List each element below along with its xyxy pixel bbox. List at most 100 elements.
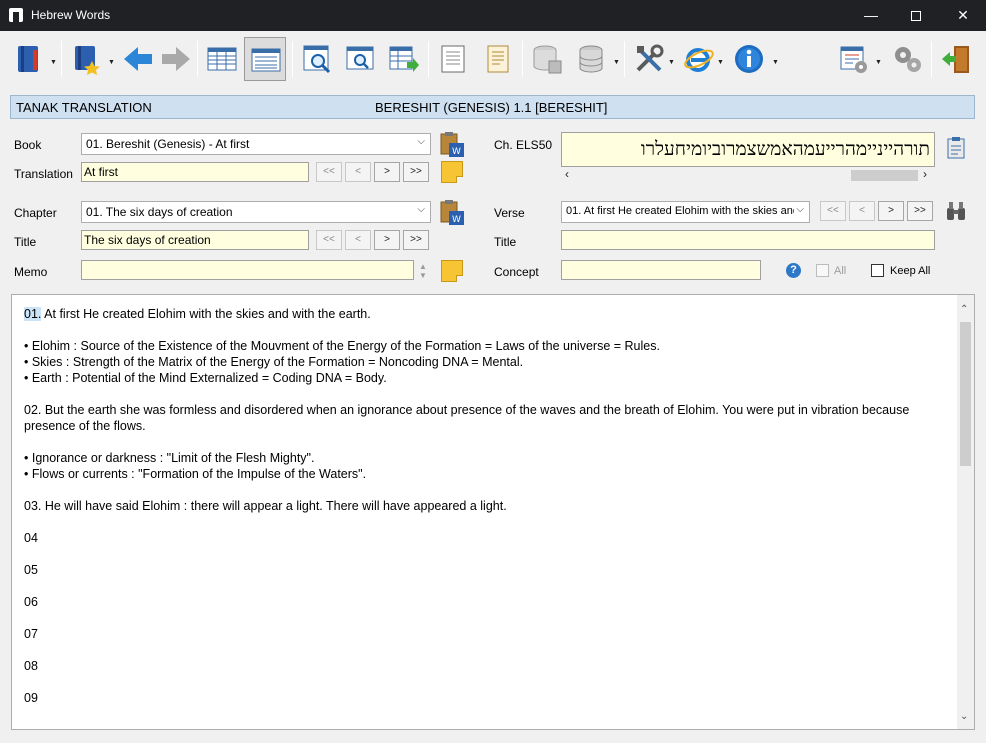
arrow-right-icon <box>162 47 190 71</box>
list-view-button[interactable] <box>244 37 286 81</box>
text-line <box>24 434 944 450</box>
info-icon <box>735 45 763 73</box>
translation-text-area[interactable]: 01. At first He created Elohim with the … <box>11 294 975 730</box>
magnifier-document-icon <box>303 45 331 74</box>
help-icon[interactable]: ? <box>786 263 801 278</box>
chapter-next-button[interactable]: > <box>374 230 400 250</box>
translation-next-button[interactable]: > <box>374 162 400 182</box>
text-line: 07 <box>24 627 38 641</box>
hebrew-book-button[interactable] <box>8 37 50 81</box>
verse-first-button[interactable]: << <box>820 201 846 221</box>
chevron-down-icon[interactable]: ▼ <box>668 59 675 66</box>
memo-spinner[interactable]: ▲ ▼ <box>417 262 429 282</box>
verse-prev-button[interactable]: < <box>849 201 875 221</box>
grid-view-button[interactable] <box>201 37 243 81</box>
sticky-note-icon[interactable] <box>441 260 463 282</box>
minimize-button[interactable]: — <box>848 0 894 31</box>
keep-all-checkbox[interactable] <box>871 264 884 277</box>
exit-button[interactable] <box>935 37 977 81</box>
tools-icon <box>636 44 664 72</box>
clipboard-word-icon[interactable]: W <box>439 131 465 159</box>
els-scrollbar[interactable]: ‹ › <box>561 167 935 182</box>
database-backup-button[interactable] <box>526 37 568 81</box>
all-checkbox[interactable] <box>816 264 829 277</box>
internet-button[interactable] <box>678 37 720 81</box>
chevron-down-icon[interactable]: ▼ <box>875 59 882 66</box>
chevron-down-icon[interactable]: ▼ <box>50 59 57 66</box>
chapter-select[interactable]: 01. The six days of creation ⌵ <box>81 201 431 223</box>
sticky-note-icon[interactable] <box>441 161 463 183</box>
book-select[interactable]: 01. Bereshit (Genesis) - At first ⌵ <box>81 133 431 155</box>
search-form-button[interactable] <box>339 37 381 81</box>
binoculars-icon[interactable] <box>945 200 967 222</box>
chapter-last-button[interactable]: >> <box>403 230 429 250</box>
chapter-label: Chapter <box>14 206 57 220</box>
translation-field[interactable]: At first <box>81 162 309 182</box>
print-page-button[interactable] <box>432 37 474 81</box>
verse-next-button[interactable]: > <box>878 201 904 221</box>
verse-select-value: 01. At first He created Elohim with the … <box>566 205 799 217</box>
text-vertical-scrollbar[interactable]: ⌃ ⌄ <box>957 295 974 729</box>
text-line <box>24 546 944 562</box>
chapter-first-button[interactable]: << <box>316 230 342 250</box>
chapter-title-field[interactable]: The six days of creation <box>81 230 309 250</box>
list-icon <box>251 48 281 72</box>
scrollbar-thumb[interactable] <box>960 322 971 466</box>
database-icon <box>579 45 603 73</box>
tools-button[interactable] <box>628 37 670 81</box>
svg-text:W: W <box>452 215 461 225</box>
scroll-left-icon[interactable]: ‹ <box>565 167 569 181</box>
toolbar-separator <box>522 41 523 77</box>
text-line: • Earth : Potential of the Mind External… <box>24 371 387 385</box>
title-bar: Hebrew Words — ✕ <box>0 0 986 31</box>
text-line <box>24 482 944 498</box>
search-form-icon <box>346 46 374 70</box>
scroll-up-icon[interactable]: ⌃ <box>960 304 968 315</box>
chevron-down-icon[interactable]: ▼ <box>613 59 620 66</box>
text-line: 05 <box>24 563 38 577</box>
report-button[interactable] <box>477 37 519 81</box>
clipboard-word-icon[interactable]: W <box>439 199 465 227</box>
maximize-icon <box>911 11 921 22</box>
scroll-down-icon[interactable]: ⌄ <box>960 711 968 722</box>
search-document-button[interactable] <box>296 37 338 81</box>
forward-button[interactable] <box>155 37 197 81</box>
close-button[interactable]: ✕ <box>940 0 986 31</box>
settings-list-button[interactable] <box>833 37 875 81</box>
scroll-right-icon[interactable]: › <box>923 167 927 181</box>
text-line: 01. At first He created Elohim with the … <box>24 306 944 322</box>
chevron-down-icon[interactable]: ▼ <box>108 59 115 66</box>
chevron-down-icon[interactable]: ▼ <box>717 59 724 66</box>
concept-field[interactable] <box>561 260 761 280</box>
database-button[interactable] <box>570 37 612 81</box>
verse-last-button[interactable]: >> <box>907 201 933 221</box>
settings-gears-button[interactable] <box>886 37 928 81</box>
arrow-left-icon <box>124 47 152 71</box>
section-title: TANAK TRANSLATION <box>16 100 152 115</box>
els-hebrew-field[interactable]: תורהייניימהרייעמהאמשצמרוביומיחעלרו <box>561 132 935 167</box>
favorite-book-icon <box>75 46 100 75</box>
text-line <box>24 322 944 338</box>
chapter-prev-button[interactable]: < <box>345 230 371 250</box>
verse-title-field[interactable] <box>561 230 935 250</box>
first-verse-text: At first He created Elohim with the skie… <box>41 307 371 321</box>
verse-reference: BERESHIT (GENESIS) 1.1 [BERESHIT] <box>375 100 608 115</box>
title-label: Title <box>14 235 37 249</box>
info-button[interactable] <box>728 37 770 81</box>
export-table-button[interactable] <box>382 37 424 81</box>
back-button[interactable] <box>117 37 159 81</box>
verse-select[interactable]: 01. At first He created Elohim with the … <box>561 201 810 223</box>
translation-prev-button[interactable]: < <box>345 162 371 182</box>
memo-field[interactable] <box>81 260 414 280</box>
chevron-down-icon[interactable]: ▼ <box>772 59 779 66</box>
scrollbar-thumb[interactable] <box>851 170 918 181</box>
text-line: 09 <box>24 691 38 705</box>
favorites-button[interactable] <box>65 37 107 81</box>
translation-first-button[interactable]: << <box>316 162 342 182</box>
exit-door-icon <box>942 46 969 73</box>
maximize-button[interactable] <box>893 0 939 31</box>
toolbar-separator <box>428 41 429 77</box>
toolbar-separator <box>197 41 198 77</box>
translation-last-button[interactable]: >> <box>403 162 429 182</box>
clipboard-icon[interactable] <box>946 136 966 160</box>
